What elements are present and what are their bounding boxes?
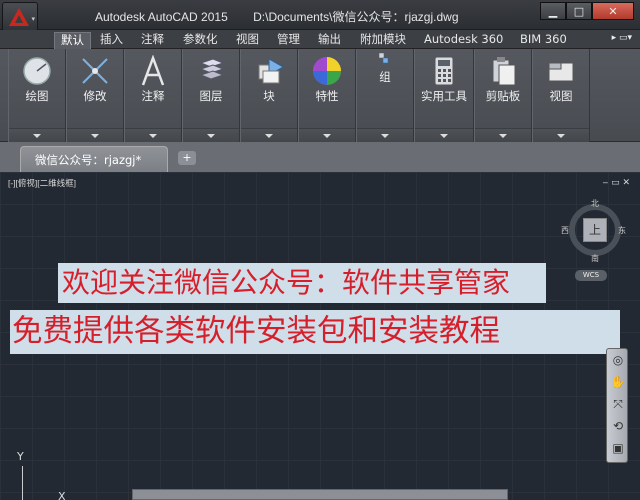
panel-draw-label: 绘图 [25, 89, 49, 103]
group-icon [378, 52, 389, 64]
chevron-down-icon[interactable] [125, 128, 181, 142]
panel-modify[interactable]: 修改 [66, 49, 124, 142]
pan-hand-icon[interactable]: ✋ [610, 375, 626, 389]
panel-view[interactable]: 视图 [532, 49, 590, 142]
ribbon-tabs: 默认 插入 注释 参数化 视图 管理 输出 附加模块 Autodesk 360 … [0, 30, 640, 49]
panel-properties-label: 特性 [315, 89, 339, 103]
ucs-y-label: Y [17, 450, 24, 463]
window-title: Autodesk AutoCAD 2015 D:\Documents\微信公众号… [95, 8, 481, 25]
ribbon-options-icon[interactable]: ▸ ▭▾ [612, 33, 632, 43]
view-cube[interactable]: 上 北 南 东 西 [561, 199, 626, 263]
panel-view-label: 视图 [549, 89, 573, 103]
tab-bim-360[interactable]: BIM 360 [514, 32, 573, 49]
chevron-down-icon[interactable] [241, 128, 297, 142]
compass-east: 东 [618, 226, 626, 235]
panel-utilities-label: 实用工具 [421, 89, 467, 103]
chevron-down-icon[interactable] [475, 128, 531, 142]
panel-modify-label: 修改 [83, 89, 107, 103]
clipboard-icon [492, 57, 516, 86]
chevron-down-icon[interactable] [415, 128, 473, 142]
panel-annotate[interactable]: 注释 [124, 49, 182, 142]
letter-a-icon [141, 55, 165, 86]
circle-draw-icon [23, 57, 51, 85]
close-button[interactable]: ✕ [592, 2, 634, 20]
maximize-button[interactable]: □ [566, 2, 592, 20]
ribbon: 绘图 修改 注释 图层 块 特性 组 实用工具 剪贴板 视图 [0, 49, 640, 142]
chevron-down-icon: ▾ [31, 15, 35, 23]
tab-default[interactable]: 默认 [54, 32, 91, 49]
viewport-window-controls[interactable]: ‒ ▭ ✕ [603, 178, 631, 188]
chevron-down-icon[interactable] [183, 128, 239, 142]
ucs-axis [22, 466, 23, 500]
chevron-down-icon[interactable] [67, 128, 123, 142]
chevron-down-icon[interactable] [9, 128, 65, 142]
showmotion-icon[interactable]: ▣ [610, 441, 626, 455]
orbit-icon[interactable]: ⟲ [610, 419, 626, 433]
block-insert-icon [258, 58, 285, 84]
caption-line-1: 欢迎关注微信公众号：软件共享管家 [58, 263, 546, 303]
tab-parametric[interactable]: 参数化 [177, 32, 224, 49]
panel-clipboard-label: 剪贴板 [485, 89, 521, 103]
calculator-icon [434, 56, 454, 86]
document-tab[interactable]: 微信公众号：rjazgj* [20, 146, 168, 172]
file-path: D:\Documents\微信公众号：rjazgj.dwg [253, 10, 459, 24]
panel-utilities[interactable]: 实用工具 [414, 49, 474, 142]
compass-west: 西 [561, 226, 569, 235]
tab-view[interactable]: 视图 [230, 32, 265, 49]
quick-access-toolbar[interactable] [40, 0, 80, 30]
compass-north: 北 [591, 199, 599, 208]
tab-manage[interactable]: 管理 [271, 32, 306, 49]
chevron-down-icon[interactable] [357, 128, 413, 142]
panel-block[interactable]: 块 [240, 49, 298, 142]
panel-group[interactable]: 组 [356, 49, 414, 142]
wcs-menu[interactable]: WCS [575, 270, 607, 281]
tab-annotate[interactable]: 注释 [135, 32, 170, 49]
panel-clipboard[interactable]: 剪贴板 [474, 49, 532, 142]
app-title: Autodesk AutoCAD 2015 [95, 10, 228, 24]
new-tab-button[interactable]: + [178, 151, 196, 165]
caption-line-2: 免费提供各类软件安装包和安装教程 [10, 310, 620, 354]
panel-annotate-label: 注释 [141, 89, 165, 103]
tab-output[interactable]: 输出 [312, 32, 347, 49]
move-arrows-icon [82, 58, 108, 84]
view-cube-face[interactable]: 上 [583, 218, 607, 242]
navigation-bar: ◎ ✋ ⤧ ⟲ ▣ [606, 348, 628, 463]
steering-wheel-icon[interactable]: ◎ [610, 353, 626, 367]
chevron-down-icon[interactable] [533, 128, 589, 142]
minimize-button[interactable]: ▁ [540, 2, 566, 20]
compass-south: 南 [591, 254, 599, 263]
ucs-x-label: X [58, 490, 66, 500]
panel-properties[interactable]: 特性 [298, 49, 356, 142]
panel-layers[interactable]: 图层 [182, 49, 240, 142]
document-tab-label: 微信公众号：rjazgj* [35, 153, 142, 167]
viewport-controls[interactable]: [-][俯视][二维线框] [8, 177, 76, 189]
tab-insert[interactable]: 插入 [94, 32, 129, 49]
tab-addins[interactable]: 附加模块 [354, 32, 412, 49]
chevron-down-icon[interactable] [299, 128, 355, 142]
tab-autodesk-360[interactable]: Autodesk 360 [418, 32, 509, 49]
application-menu-button[interactable]: ▾ [2, 2, 38, 32]
color-wheel-icon [313, 57, 341, 85]
window-controls: ▁ □ ✕ [540, 2, 634, 20]
panel-draw[interactable]: 绘图 [8, 49, 66, 142]
panel-block-label: 块 [263, 89, 275, 103]
panel-group-label: 组 [379, 70, 391, 84]
panel-layers-label: 图层 [199, 89, 223, 103]
title-bar: ▾ Autodesk AutoCAD 2015 D:\Documents\微信公… [0, 0, 640, 32]
layers-icon [199, 58, 225, 80]
zoom-extents-icon[interactable]: ⤧ [610, 397, 626, 411]
document-tab-bar: 微信公众号：rjazgj* + [0, 142, 640, 172]
command-line[interactable] [132, 489, 508, 500]
view-icon [548, 62, 574, 82]
